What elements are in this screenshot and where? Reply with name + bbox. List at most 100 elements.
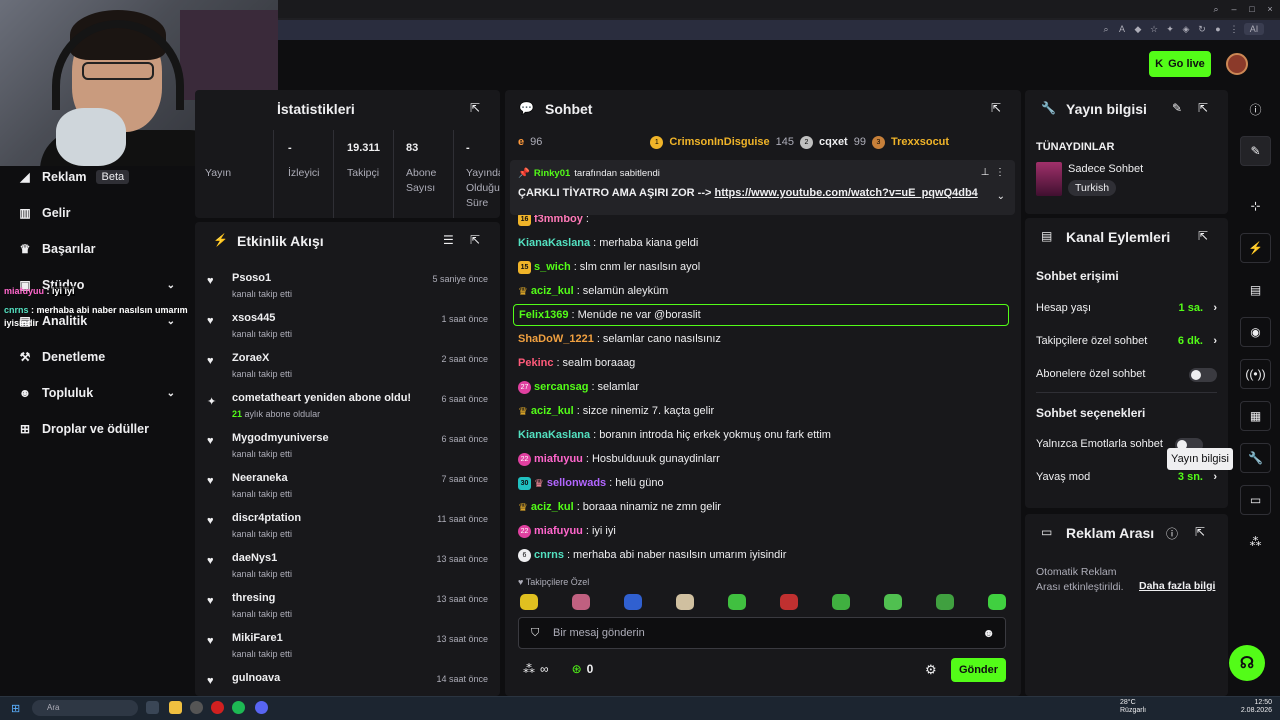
document-icon[interactable]: ▤ — [1240, 275, 1271, 305]
edit-icon[interactable]: ✎ — [1240, 136, 1271, 166]
sync-icon[interactable]: ↻ — [1196, 23, 1208, 35]
chat-username[interactable]: sercansag — [534, 381, 588, 393]
task-view-icon[interactable] — [146, 701, 159, 714]
discord-icon[interactable] — [255, 701, 268, 714]
chat-username[interactable]: KianaKaslana — [518, 429, 590, 441]
emote-menu-icon[interactable]: ⁂ — [523, 662, 535, 676]
chat-bubble-icon[interactable]: ◉ — [1240, 317, 1271, 347]
maximize-icon[interactable]: □ — [1246, 3, 1258, 15]
file-explorer-icon[interactable] — [169, 701, 182, 714]
minimize-icon[interactable]: – — [1228, 3, 1240, 15]
profile-icon[interactable]: ● — [1212, 23, 1224, 35]
pinned-link[interactable]: https://www.youtube.com/watch?v=uE_pqwQ4… — [714, 187, 977, 199]
zoom-icon[interactable]: ⌕ — [1100, 23, 1112, 35]
divider — [1036, 392, 1217, 393]
emote-icon[interactable] — [728, 594, 746, 610]
sidebar-item-denetleme[interactable]: ⚒ Denetleme — [18, 350, 183, 364]
chevron-down-icon[interactable]: ⌄ — [997, 191, 1005, 202]
info-icon[interactable]: ⓘ — [1166, 525, 1178, 542]
account-age-row[interactable]: Hesap yaşı 1 sa. › — [1036, 302, 1217, 314]
chat-username[interactable]: miafuyuu — [534, 525, 583, 537]
windows-start-icon[interactable]: ⊞ — [11, 702, 20, 715]
go-live-button[interactable]: K Go live — [1149, 51, 1211, 77]
puzzle-icon[interactable]: ✦ — [1164, 23, 1176, 35]
clock[interactable]: 12:50 2.08.2026 — [1240, 699, 1272, 715]
chat-message: 6 cnrns: merhaba abi naber nasılsın umarı… — [518, 547, 786, 563]
emote-icon[interactable] — [780, 594, 798, 610]
chat-text: sealm boraaag — [562, 357, 636, 369]
popout-icon[interactable]: ⇱ — [1198, 229, 1208, 243]
beta-badge: Beta — [96, 170, 130, 184]
chat-username[interactable]: cnrns — [534, 549, 564, 561]
opera-icon[interactable] — [211, 701, 224, 714]
edit-icon[interactable]: ✎ — [1172, 101, 1182, 115]
subscribers-only-toggle[interactable] — [1189, 368, 1217, 382]
emote-icon[interactable] — [936, 594, 954, 610]
broadcast-icon[interactable]: ((•)) — [1240, 359, 1271, 389]
popout-icon[interactable]: ⇱ — [1195, 525, 1205, 539]
emote-icon[interactable] — [624, 594, 642, 610]
emote-icon[interactable] — [520, 594, 538, 610]
more-info-link[interactable]: Daha fazla bilgi — [1139, 580, 1215, 592]
chat-username[interactable]: aciz_kul — [531, 405, 574, 417]
help-button[interactable]: ☊ — [1229, 645, 1265, 681]
send-button[interactable]: Gönder — [951, 658, 1006, 682]
chat-username[interactable]: miafuyuu — [534, 453, 583, 465]
chat-username[interactable]: aciz_kul — [531, 285, 574, 297]
emoji-icon[interactable]: ☻ — [982, 626, 995, 640]
shield-icon[interactable]: ◈ — [1180, 23, 1192, 35]
popout-icon[interactable]: ⇱ — [470, 101, 480, 115]
window-icon[interactable]: ▭ — [1240, 485, 1271, 515]
lightning-icon[interactable]: ⚡ — [1240, 233, 1271, 263]
chat-username[interactable]: ShaDoW_1221 — [518, 333, 594, 345]
spotify-icon[interactable] — [232, 701, 245, 714]
unpin-icon[interactable]: ⊥ ⋮ — [981, 167, 1005, 178]
slow-mode-row[interactable]: Yavaş mod 3 sn. › — [1036, 471, 1217, 483]
settings-icon[interactable]: ⚙ — [925, 662, 937, 678]
target-icon[interactable]: ⊹ — [1240, 191, 1271, 221]
category-name[interactable]: Sadece Sohbet — [1068, 163, 1143, 175]
overlay-chat-line: miafuyuu : iyi iyi — [4, 286, 75, 296]
chat-username[interactable]: Pekinc — [518, 357, 553, 369]
chat-username[interactable]: KianaKaslana — [518, 237, 590, 249]
popout-icon[interactable]: ⇱ — [991, 101, 1001, 115]
kick-points-icon[interactable]: ⊛ — [572, 662, 582, 676]
sidebar-item-topluluk[interactable]: ☻ Topluluk ⌄ — [18, 386, 183, 400]
bookmark-icon[interactable]: ☆ — [1148, 23, 1160, 35]
emote-menu-icon[interactable]: ⁂ — [1240, 527, 1271, 557]
emote-icon[interactable] — [832, 594, 850, 610]
chat-username[interactable]: aciz_kul — [531, 501, 574, 513]
chat-username[interactable]: s_wich — [534, 261, 571, 273]
translate-icon[interactable]: A — [1116, 23, 1128, 35]
chat-username[interactable]: sellonwads — [547, 477, 606, 489]
popout-icon[interactable]: ⇱ — [1198, 101, 1208, 115]
popout-icon[interactable]: ⇱ — [470, 233, 480, 247]
extension-icon[interactable]: ◆ — [1132, 23, 1144, 35]
chat-input[interactable]: ⛉ Bir mesaj gönderin ☻ — [518, 617, 1006, 649]
ai-icon[interactable]: AI — [1244, 23, 1264, 35]
dashboard-icon[interactable]: ▦ — [1240, 401, 1271, 431]
activity-row: ♥ discr4ptation kanalı takip etti 11 saat ö… — [207, 512, 488, 539]
chat-username[interactable]: Felix1369 — [519, 309, 569, 321]
info-icon[interactable]: ⓘ — [1240, 94, 1271, 124]
emote-icon[interactable] — [884, 594, 902, 610]
wrench-icon[interactable]: 🔧 — [1240, 443, 1271, 473]
emote-icon[interactable] — [572, 594, 590, 610]
sidebar-item-droplar[interactable]: ⊞ Droplar ve ödüller — [18, 422, 183, 436]
chat-text: helü güno — [615, 477, 664, 489]
menu-icon[interactable]: ⋮ — [1228, 23, 1240, 35]
emote-icon[interactable] — [676, 594, 694, 610]
sidebar-item-gelir[interactable]: ▥ Gelir — [18, 206, 183, 220]
taskbar-search[interactable]: Ara — [32, 700, 138, 716]
sidebar-item-basarilar[interactable]: ♛ Başarılar — [18, 242, 183, 256]
followers-only-row[interactable]: Takipçilere özel sohbet 6 dk. › — [1036, 335, 1217, 347]
search-icon[interactable]: ⌕ — [1210, 3, 1222, 15]
close-icon[interactable]: × — [1264, 3, 1276, 15]
weather-widget[interactable]: 28°C Rüzgarlı — [1120, 699, 1146, 715]
emote-icon[interactable] — [988, 594, 1006, 610]
avatar[interactable] — [1226, 53, 1248, 75]
sidebar-item-reklam[interactable]: ◢ Reklam Beta — [18, 170, 183, 184]
chevron-right-icon: › — [1213, 471, 1217, 483]
obs-icon[interactable] — [190, 701, 203, 714]
filter-icon[interactable]: ☰ — [443, 233, 454, 247]
